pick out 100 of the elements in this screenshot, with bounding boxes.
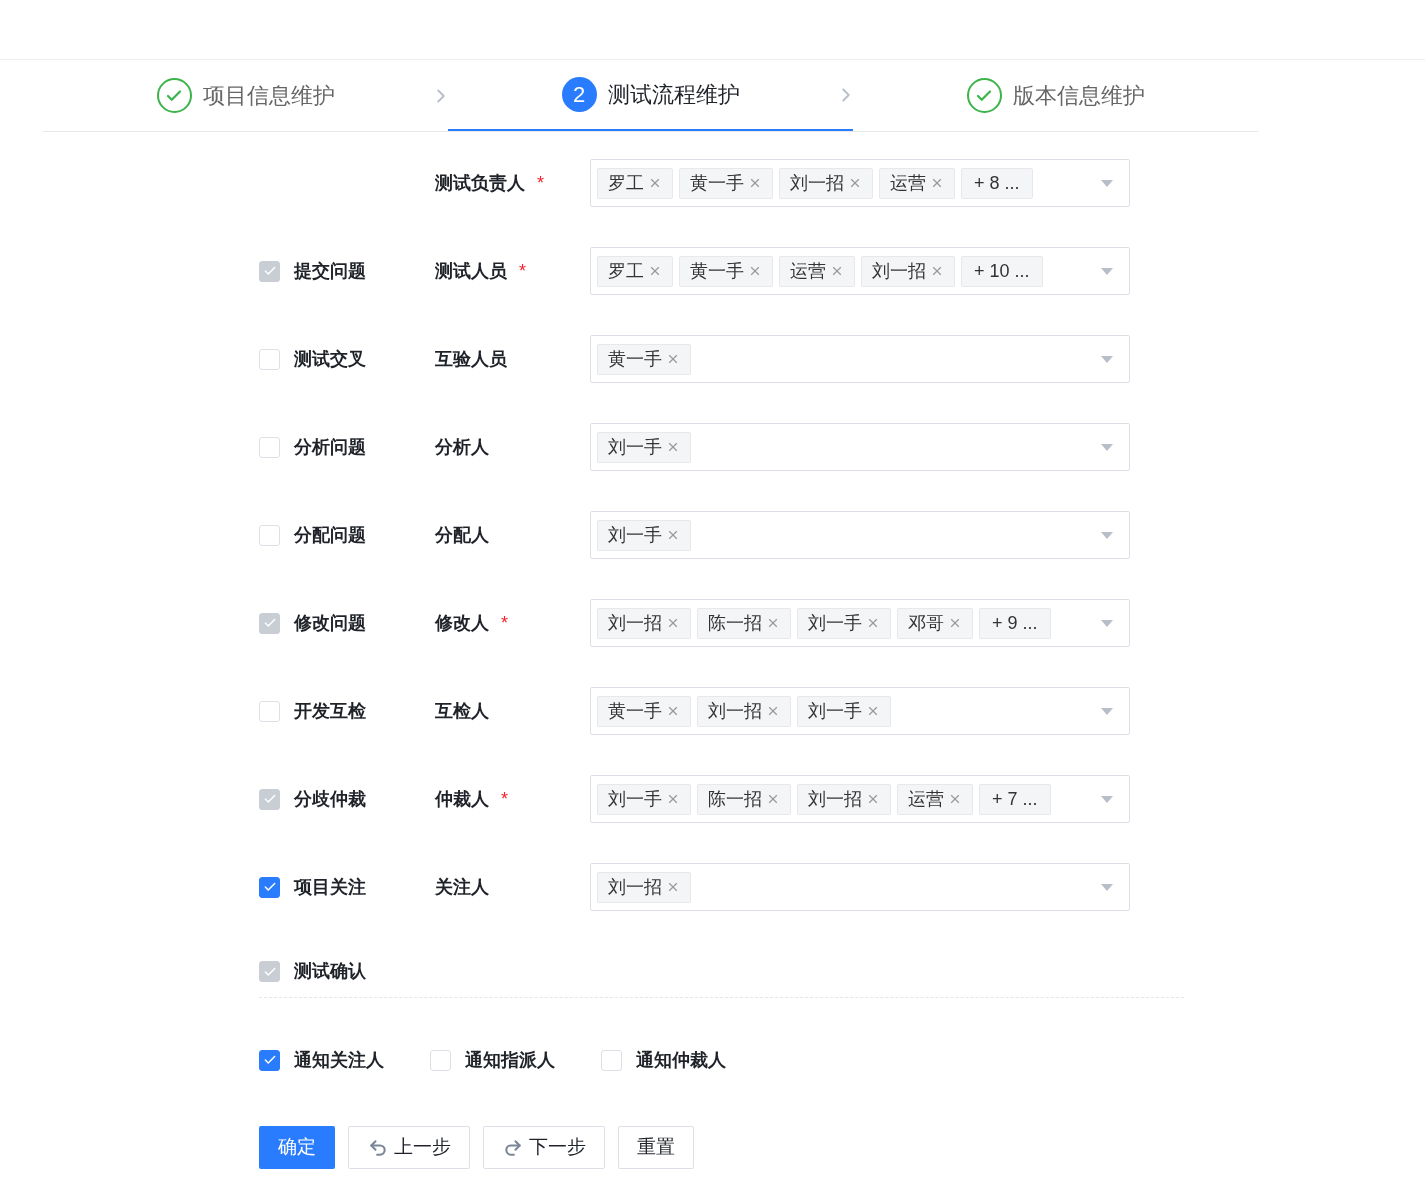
tag: 运营: [879, 167, 955, 199]
close-icon[interactable]: [930, 264, 944, 278]
close-icon[interactable]: [948, 792, 962, 806]
tag: 黄一手: [597, 695, 691, 727]
caret-icon: [1101, 267, 1113, 275]
tag: 运营: [897, 783, 973, 815]
tag: 刘一手: [597, 783, 691, 815]
close-icon[interactable]: [766, 792, 780, 806]
tag: 刘一手: [797, 695, 891, 727]
checkbox-label: 测试确认: [294, 960, 366, 983]
close-icon[interactable]: [666, 792, 680, 806]
required-mark: *: [519, 259, 526, 283]
close-icon[interactable]: [948, 616, 962, 630]
caret-icon: [1101, 795, 1113, 803]
tag: 刘一招: [597, 871, 691, 903]
tag: 刘一手: [597, 431, 691, 463]
checkbox[interactable]: [259, 876, 280, 898]
close-icon[interactable]: [830, 264, 844, 278]
caret-icon: [1101, 443, 1113, 451]
multi-select[interactable]: 罗工 黄一手 运营 刘一招 + 10 ...: [590, 247, 1130, 295]
close-icon[interactable]: [666, 352, 680, 366]
tag: 黄一手: [679, 255, 773, 287]
required-mark: *: [501, 787, 508, 811]
close-icon[interactable]: [666, 704, 680, 718]
checkbox-label: 开发互检: [294, 699, 366, 723]
step-label: 项目信息维护: [202, 82, 335, 110]
multi-select[interactable]: 刘一招: [590, 863, 1130, 911]
tag: 罗工: [597, 255, 673, 287]
tag: 陈一招: [697, 783, 791, 815]
close-icon[interactable]: [866, 704, 880, 718]
caret-icon: [1101, 883, 1113, 891]
check-icon: [262, 792, 277, 806]
tag: 陈一招: [697, 607, 791, 639]
checkbox-label: 通知仲裁人: [636, 1048, 726, 1072]
step-tab[interactable]: 项目信息维护: [43, 60, 448, 131]
caret-icon: [1101, 619, 1113, 627]
required-mark: *: [501, 611, 508, 635]
field-label: 仲裁人: [435, 787, 489, 811]
close-icon[interactable]: [866, 616, 880, 630]
tag: 刘一招: [597, 607, 691, 639]
close-icon[interactable]: [848, 176, 862, 190]
close-icon[interactable]: [666, 528, 680, 542]
tag: 刘一手: [597, 519, 691, 551]
undo-icon: [367, 1137, 388, 1158]
field-label: 分析人: [435, 435, 489, 459]
multi-select[interactable]: 黄一手 刘一招 刘一手: [590, 687, 1130, 735]
more-tag: + 9 ...: [979, 607, 1051, 639]
step-tab[interactable]: 2 测试流程维护: [448, 60, 853, 131]
close-icon[interactable]: [748, 264, 762, 278]
more-tag: + 10 ...: [961, 255, 1043, 287]
redo-icon: [502, 1137, 523, 1158]
checkbox-label: 项目关注: [294, 875, 366, 899]
close-icon[interactable]: [748, 176, 762, 190]
close-icon[interactable]: [666, 880, 680, 894]
tag: 黄一手: [597, 343, 691, 375]
caret-icon: [1101, 355, 1113, 363]
close-icon[interactable]: [766, 704, 780, 718]
action-button[interactable]: 重置: [618, 1126, 694, 1169]
tag: 刘一手: [797, 607, 891, 639]
close-icon[interactable]: [666, 440, 680, 454]
close-icon[interactable]: [766, 616, 780, 630]
step-label: 版本信息维护: [1012, 82, 1145, 110]
step-tab[interactable]: 版本信息维护: [853, 60, 1258, 131]
checkbox-label: 测试交叉: [294, 347, 366, 371]
action-button[interactable]: 确定: [259, 1126, 335, 1169]
multi-select[interactable]: 罗工 黄一手 刘一招 运营 + 8 ...: [590, 159, 1130, 207]
check-icon: [262, 264, 277, 278]
checkbox-label: 通知指派人: [465, 1048, 555, 1072]
close-icon[interactable]: [866, 792, 880, 806]
field-label: 互验人员: [435, 347, 507, 371]
more-tag: + 7 ...: [979, 783, 1051, 815]
tag: 罗工: [597, 167, 673, 199]
multi-select[interactable]: 黄一手: [590, 335, 1130, 383]
tag: 刘一招: [779, 167, 873, 199]
field-label: 测试负责人: [435, 171, 525, 195]
caret-icon: [1101, 179, 1113, 187]
multi-select[interactable]: 刘一手: [590, 423, 1130, 471]
checkbox-label: 提交问题: [294, 259, 366, 283]
multi-select[interactable]: 刘一招 陈一招 刘一手 邓哥 + 9 ...: [590, 599, 1130, 647]
checkbox-label: 分析问题: [294, 435, 366, 459]
step-number: 2: [561, 77, 597, 112]
close-icon[interactable]: [930, 176, 944, 190]
multi-select[interactable]: 刘一手 陈一招 刘一招 运营 + 7 ...: [590, 775, 1130, 823]
field-label: 修改人: [435, 611, 489, 635]
action-button[interactable]: 下一步: [483, 1126, 605, 1169]
tag: 黄一手: [679, 167, 773, 199]
close-icon[interactable]: [648, 176, 662, 190]
checkbox-label: 通知关注人: [294, 1048, 384, 1072]
multi-select[interactable]: 刘一手: [590, 511, 1130, 559]
close-icon[interactable]: [666, 616, 680, 630]
checkbox[interactable]: [259, 1049, 280, 1071]
tag: 刘一招: [797, 783, 891, 815]
checkbox-label: 分歧仲裁: [294, 787, 366, 811]
checkbox-label: 分配问题: [294, 523, 366, 547]
tag: 刘一招: [861, 255, 955, 287]
caret-icon: [1101, 707, 1113, 715]
tag: 邓哥: [897, 607, 973, 639]
close-icon[interactable]: [648, 264, 662, 278]
action-button[interactable]: 上一步: [348, 1126, 470, 1169]
field-label: 关注人: [435, 875, 489, 899]
